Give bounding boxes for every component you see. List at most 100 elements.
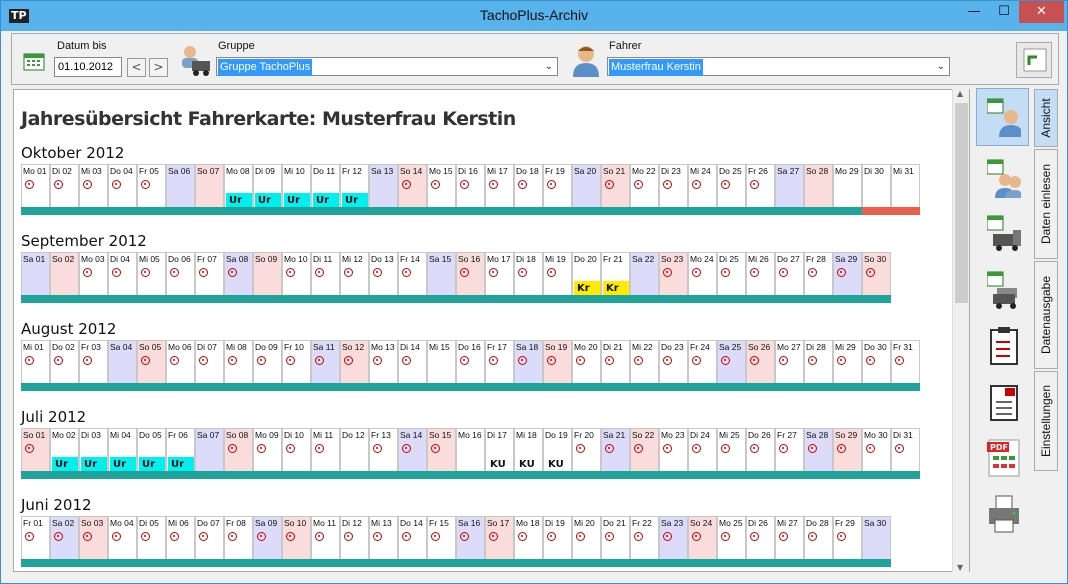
day-cell[interactable]: Mi 26 [746,252,775,296]
trucks-year-view-button[interactable] [976,261,1029,319]
day-cell[interactable]: So 08 [224,428,253,472]
day-cell[interactable]: Mi 08 [224,340,253,384]
scrollbar-thumb[interactable] [955,103,968,303]
day-cell[interactable]: Di 11 [311,252,340,296]
day-cell[interactable]: Fr 20 [572,428,601,472]
day-cell[interactable]: Do 16 [456,340,485,384]
day-cell[interactable]: Fr 29 [833,516,862,560]
scroll-up-icon[interactable]: ▲ [957,89,963,98]
day-cell[interactable]: Di 28 [804,340,833,384]
tab-einstellungen[interactable]: Einstellungen [1034,371,1058,471]
day-cell[interactable]: Do 06 [166,252,195,296]
day-cell[interactable]: Sa 18 [514,340,543,384]
day-cell[interactable]: Sa 01 [21,252,50,296]
day-cell[interactable]: Mi 31 [891,164,920,208]
day-cell[interactable]: Sa 02 [50,516,79,560]
day-cell[interactable]: So 09 [253,252,282,296]
day-cell[interactable]: Fr 10 [282,340,311,384]
day-cell[interactable]: Di 03 Ur [79,428,108,472]
day-cell[interactable]: Mi 22 [630,340,659,384]
day-cell[interactable]: Mi 05 [137,252,166,296]
day-cell[interactable]: Do 11 Ur [311,164,340,208]
report-button[interactable] [976,373,1029,431]
day-cell[interactable]: Di 21 [601,340,630,384]
day-cell[interactable]: Fr 31 [891,340,920,384]
day-cell[interactable]: Do 25 [717,164,746,208]
day-cell[interactable]: Fr 15 [427,516,456,560]
day-cell[interactable]: Mo 02 Ur [50,428,79,472]
day-cell[interactable]: So 30 [862,252,891,296]
day-cell[interactable]: Mo 20 [572,340,601,384]
day-cell[interactable]: Fr 03 [79,340,108,384]
day-cell[interactable]: So 02 [50,252,79,296]
day-cell[interactable]: Di 23 [659,164,688,208]
day-cell[interactable]: Di 31 [891,428,920,472]
day-cell[interactable]: Do 28 [804,516,833,560]
day-cell[interactable]: Mo 25 [717,516,746,560]
day-cell[interactable]: Di 12 [340,516,369,560]
day-cell[interactable]: Sa 08 [224,252,253,296]
maximize-button[interactable]: ☐ [989,1,1019,23]
day-cell[interactable]: Sa 28 [804,428,833,472]
day-cell[interactable]: Fr 19 [543,164,572,208]
day-cell[interactable]: Mi 20 [572,516,601,560]
prev-date-button[interactable]: < [127,58,146,77]
day-cell[interactable]: Sa 27 [775,164,804,208]
day-cell[interactable]: So 28 [804,164,833,208]
day-cell[interactable]: Mo 01 [21,164,50,208]
day-cell[interactable]: Di 26 [746,516,775,560]
day-cell[interactable]: Mi 03 [79,164,108,208]
day-cell[interactable]: Di 30 [862,164,891,208]
minimize-button[interactable]: — [959,1,989,23]
day-cell[interactable]: Mo 03 [79,252,108,296]
checklist-button[interactable] [976,317,1029,375]
day-cell[interactable]: Di 14 [398,340,427,384]
day-cell[interactable]: So 21 [601,164,630,208]
day-cell[interactable]: Di 04 [108,252,137,296]
day-cell[interactable]: Sa 22 [630,252,659,296]
day-cell[interactable]: So 05 [137,340,166,384]
day-cell[interactable]: Fr 08 [224,516,253,560]
day-cell[interactable]: Sa 06 [166,164,195,208]
tab-datenausgabe[interactable]: Datenausgabe [1034,261,1058,369]
vertical-scrollbar[interactable]: ▲ ▼ [952,89,969,572]
day-cell[interactable]: Fr 07 [195,252,224,296]
day-cell[interactable]: Fr 12 Ur [340,164,369,208]
day-cell[interactable]: Do 23 [659,340,688,384]
day-cell[interactable]: Mi 29 [833,340,862,384]
day-cell[interactable]: Mi 01 [21,340,50,384]
day-cell[interactable]: Sa 16 [456,516,485,560]
day-cell[interactable]: Do 05 Ur [137,428,166,472]
day-cell[interactable]: Do 13 [369,252,398,296]
day-cell[interactable]: Do 27 [775,252,804,296]
print-button[interactable] [976,485,1029,543]
day-cell[interactable]: Fr 01 [21,516,50,560]
day-cell[interactable]: Di 05 [137,516,166,560]
export-button[interactable] [1016,42,1052,78]
day-cell[interactable]: Mo 13 [369,340,398,384]
day-cell[interactable]: Mo 15 [427,164,456,208]
next-date-button[interactable]: > [149,58,168,77]
day-cell[interactable]: Mo 18 [514,516,543,560]
day-cell[interactable]: Mo 17 [485,252,514,296]
group-year-view-button[interactable] [976,149,1029,207]
day-cell[interactable]: Mi 24 [688,164,717,208]
pdf-export-button[interactable]: PDF [976,429,1029,487]
day-cell[interactable]: Fr 17 [485,340,514,384]
day-cell[interactable]: Do 07 [195,516,224,560]
day-cell[interactable]: Di 18 [514,252,543,296]
day-cell[interactable]: Di 09 Ur [253,164,282,208]
day-cell[interactable]: Mo 29 [833,164,862,208]
fahrer-select[interactable]: Musterfrau Kerstin ⌄ [607,57,950,76]
day-cell[interactable]: Di 10 [282,428,311,472]
day-cell[interactable]: Mo 09 [253,428,282,472]
day-cell[interactable]: So 15 [427,428,456,472]
day-cell[interactable]: Sa 07 [195,428,224,472]
day-cell[interactable]: Sa 23 [659,516,688,560]
day-cell[interactable]: So 16 [456,252,485,296]
day-cell[interactable]: Fr 28 [804,252,833,296]
day-cell[interactable]: Do 21 [601,516,630,560]
day-cell[interactable]: Do 26 [746,428,775,472]
day-cell[interactable]: Mo 10 [282,252,311,296]
day-cell[interactable]: Do 18 [514,164,543,208]
